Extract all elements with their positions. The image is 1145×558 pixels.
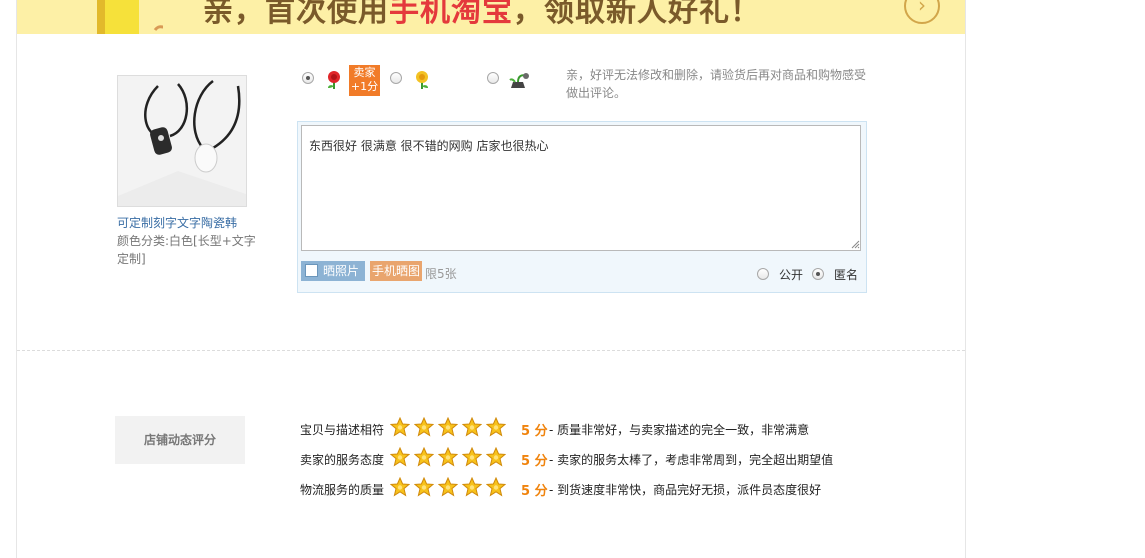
score-row-name: 卖家的服务态度 [300, 453, 385, 467]
upload-limit: 限5张 [425, 267, 457, 281]
star-icon[interactable] [413, 446, 435, 467]
star-icon[interactable] [485, 446, 507, 467]
star-icon[interactable] [461, 416, 483, 437]
rating-bad-radio[interactable] [487, 72, 499, 84]
star-icon[interactable] [413, 416, 435, 437]
product-spec: 颜色分类:白色[长型+文字定制] [117, 234, 256, 266]
star-icon[interactable] [389, 446, 411, 467]
visibility-public-radio[interactable] [757, 268, 769, 280]
product-title-link[interactable]: 可定制刻字文字陶瓷韩 [117, 214, 237, 231]
visibility-anonymous-label: 匿名 [834, 268, 859, 282]
circle-arrow-right-icon[interactable]: › [904, 0, 940, 24]
score-row-name: 物流服务的质量 [300, 483, 385, 497]
yellow-flower-icon [416, 71, 428, 89]
score-row-service: 卖家的服务态度 5 分 - 卖家的服务太棒了，考虑非常周到，完全超出期望值 [300, 446, 860, 471]
resize-grip-icon[interactable] [850, 239, 860, 249]
section-divider [17, 350, 965, 351]
star-icon[interactable] [485, 416, 507, 437]
pencil-icon [97, 0, 163, 34]
review-textarea[interactable]: 东西很好 很满意 很不错的网购 店家也很热心 [301, 125, 861, 251]
star-icon[interactable] [413, 476, 435, 497]
promo-banner[interactable]: 亲，首次使用手机淘宝，领取新人好礼！ › [17, 0, 965, 34]
seller-bonus-badge: 卖家 +1分 [349, 65, 380, 96]
score-value: 5 分 [521, 424, 548, 439]
rating-good-radio[interactable] [302, 72, 314, 84]
star-icon[interactable] [437, 446, 459, 467]
visibility-public-label: 公开 [779, 268, 804, 282]
shop-rating-label: 店铺动态评分 [115, 416, 245, 464]
visibility-anonymous-radio[interactable] [812, 268, 824, 280]
score-row-description: 宝贝与描述相符 5 分 - 质量非常好，与卖家描述的完全一致，非常满意 [300, 416, 860, 441]
star-icon[interactable] [485, 476, 507, 497]
necklace-image [118, 76, 246, 206]
rating-neutral-radio[interactable] [390, 72, 402, 84]
product-thumbnail[interactable] [117, 75, 247, 207]
mobile-upload-button[interactable]: 手机晒图 [370, 261, 422, 281]
star-icon[interactable] [437, 416, 459, 437]
score-row-logistics: 物流服务的质量 5 分 - 到货速度非常快，商品完好无损，派件员态度很好 [300, 476, 860, 501]
red-flower-icon [328, 71, 340, 89]
star-icon[interactable] [461, 476, 483, 497]
upload-photo-label: 晒照片 [323, 264, 360, 278]
score-description: - 质量非常好，与卖家描述的完全一致，非常满意 [549, 423, 810, 437]
star-icon[interactable] [461, 446, 483, 467]
rating-tip: 亲，好评无法修改和删除，请验货后再对商品和购物感受做出评论。 [566, 68, 867, 100]
star-icon[interactable] [389, 476, 411, 497]
banner-text: 亲，首次使用手机淘宝，领取新人好礼！ [203, 0, 761, 29]
score-value: 5 分 [521, 484, 548, 499]
score-value: 5 分 [521, 454, 548, 469]
score-row-name: 宝贝与描述相符 [300, 423, 385, 437]
upload-photo-button[interactable]: 晒照片 [301, 261, 365, 281]
star-icon[interactable] [389, 416, 411, 437]
score-description: - 到货速度非常快，商品完好无损，派件员态度很好 [549, 483, 822, 497]
wilted-flower-icon [509, 73, 529, 88]
star-icon[interactable] [437, 476, 459, 497]
score-description: - 卖家的服务太棒了，考虑非常周到，完全超出期望值 [549, 453, 834, 467]
picture-icon [305, 264, 318, 277]
